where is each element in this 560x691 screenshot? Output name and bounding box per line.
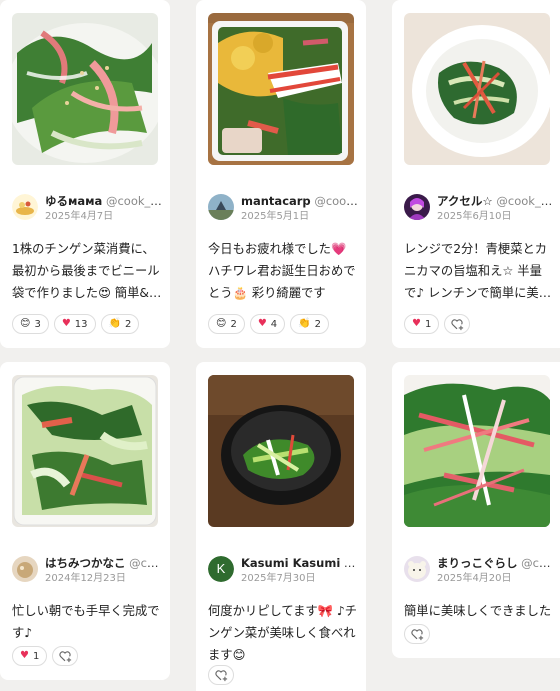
report-photo[interactable] [404,13,550,165]
add-reaction-button[interactable] [444,314,471,334]
reaction-bar [404,624,430,644]
reaction-bar [208,665,234,685]
author-row[interactable]: アクセル☆ @cook_40… 2025年6月10日 [404,193,554,229]
user-name[interactable]: mantacarp [241,194,311,208]
user-id: @cook… [129,556,164,570]
report-photo[interactable] [208,13,354,165]
reaction-heart-button[interactable]: ♥ 4 [249,314,286,334]
recipe-report-card[interactable]: アクセル☆ @cook_40… 2025年6月10日 レンジで2分！青梗菜とカニ… [392,0,560,348]
reaction-bar: 😊 3 ♥ 13 👏 2 [12,314,140,334]
blushing-smile-emoji-icon: 😊 [20,318,31,329]
author-row[interactable]: K Kasumi Kasumi @c… 2025年7月30日 [208,555,360,591]
heart-icon: ♥ [257,318,267,329]
add-reaction-icon [59,651,72,663]
heart-icon: ♥ [20,650,29,661]
user-name[interactable]: はちみつかなこ [45,556,126,570]
author-row[interactable]: はちみつかなこ @cook… 2024年12月23日 [12,555,164,591]
reaction-count: 3 [34,318,41,330]
reaction-count: 1 [424,318,432,330]
post-date: 2025年5月1日 [241,211,310,222]
post-date: 2024年12月23日 [45,573,126,584]
recipe-report-card[interactable]: K Kasumi Kasumi @c… 2025年7月30日 何度かリピしてます… [196,362,366,691]
reaction-heart-button[interactable]: ♥ 1 [404,314,440,334]
recipe-report-card[interactable]: ゆるмамa @cook_40… 2025年4月7日 1株のチンゲン菜消費に、最… [0,0,170,348]
add-reaction-button[interactable] [52,646,79,666]
user-name[interactable]: Kasumi Kasumi [241,556,340,570]
add-reaction-button[interactable] [404,624,430,644]
user-avatar[interactable] [404,556,430,582]
user-id: @cook_4… [521,556,554,570]
user-avatar[interactable] [208,194,234,220]
post-date: 2025年4月7日 [45,211,114,222]
user-avatar[interactable] [12,194,38,220]
user-name[interactable]: ゆるмамa [45,194,102,208]
reaction-count: 13 [74,318,88,330]
reaction-heart-button[interactable]: ♥ 13 [53,314,96,334]
black-bowl-photo [208,375,354,527]
report-photo[interactable] [12,13,158,165]
avatar-initial: K [208,556,234,582]
add-reaction-button[interactable] [208,665,234,685]
user-id: @c… [343,556,360,570]
user-name[interactable]: アクセル☆ [437,194,493,208]
reaction-blushing-smile-button[interactable]: 😊 3 [12,314,49,334]
post-date: 2025年7月30日 [241,573,316,584]
reaction-heart-button[interactable]: ♥ 1 [12,646,48,666]
author-row[interactable]: mantacarp @cook_… 2025年5月1日 [208,193,360,229]
reaction-bar: 😊 2 ♥ 4 👏 2 [208,314,329,334]
reaction-count: 2 [230,318,237,330]
post-date: 2025年4月20日 [437,573,512,584]
reaction-clapping-button[interactable]: 👏 2 [290,314,329,334]
clapping-hands-emoji-icon: 👏 [108,318,121,329]
report-photo[interactable] [208,375,354,527]
user-name[interactable]: まりっこぐらし [437,556,518,570]
user-avatar[interactable] [12,556,38,582]
reaction-count: 2 [124,318,132,330]
report-photo[interactable] [404,375,550,527]
report-comment: 忙しい朝でも手早く完成です♪ [12,604,160,640]
add-reaction-icon [411,629,424,641]
recipe-report-card[interactable]: はちみつかなこ @cook… 2024年12月23日 忙しい朝でも手早く完成です… [0,362,170,680]
report-comment: 今日もお疲れ様でした💗 ハチワレ君お誕生日おめでとう🎂 彩り綺麗です [208,242,356,300]
user-id: @cook_40… [105,194,164,208]
heart-icon: ♥ [412,318,421,329]
reaction-bar: ♥ 1 [404,314,471,334]
report-comment: レンジで2分！青梗菜とカニカマの旨塩和え☆ 半量で♪ レンチンで簡単に美味しいレ… [404,242,552,300]
blushing-smile-emoji-icon: 😊 [216,318,227,329]
user-id: @cook_… [314,194,360,208]
add-reaction-icon [451,319,464,331]
plate-salad-photo [404,375,550,527]
bokchoy-kanikama-photo [12,13,158,165]
container-salad-photo [12,375,158,527]
author-row[interactable]: ゆるмамa @cook_40… 2025年4月7日 [12,193,164,229]
user-avatar[interactable]: K [208,556,234,582]
reaction-blushing-smile-button[interactable]: 😊 2 [208,314,245,334]
post-date: 2025年6月10日 [437,211,512,222]
report-photo[interactable] [12,375,158,527]
reaction-clapping-button[interactable]: 👏 2 [100,314,140,334]
reaction-count: 1 [32,650,40,662]
recipe-report-card[interactable]: まりっこぐらし @cook_4… 2025年4月20日 簡単に美味しくできました… [392,362,560,658]
author-row[interactable]: まりっこぐらし @cook_4… 2025年4月20日 [404,555,554,591]
user-id: @cook_40… [496,194,554,208]
add-reaction-icon [215,670,228,682]
bento-photo [208,13,354,165]
reaction-count: 2 [314,318,321,330]
recipe-report-card[interactable]: mantacarp @cook_… 2025年5月1日 今日もお疲れ様でした💗 … [196,0,366,348]
report-comment: 何度かリピしてます🎀 ♪チンゲン菜が美味しく食べれます😊 [208,604,358,662]
reaction-count: 4 [270,318,278,330]
heart-icon: ♥ [61,318,71,329]
reaction-bar: ♥ 1 [12,646,79,666]
clapping-hands-emoji-icon: 👏 [298,318,311,329]
bowl-salad-photo [404,13,550,165]
report-comment: 1株のチンゲン菜消費に、最初から最後までビニール袋で作りました😍 簡単&美味し… [12,242,162,300]
user-avatar[interactable] [404,194,430,220]
